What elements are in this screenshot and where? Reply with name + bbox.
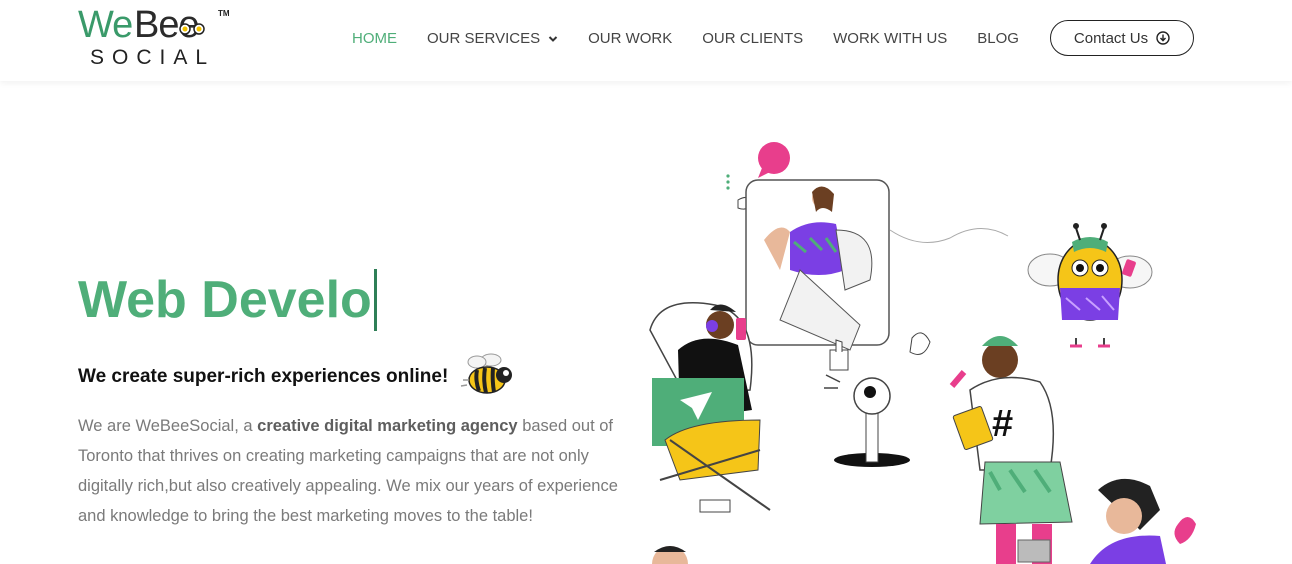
hero-title: Web Develo xyxy=(78,268,377,332)
chat-bubble-icon xyxy=(758,142,790,178)
logo-social-text: SOCIAL xyxy=(90,46,216,69)
flying-bee-icon xyxy=(460,353,512,394)
hero-title-text: Web Develo xyxy=(78,271,372,329)
hashtag-icon: # xyxy=(992,403,1013,445)
bee-mascot-figure xyxy=(1027,223,1153,348)
nav-home-label: HOME xyxy=(352,30,397,47)
logo-we-text: We xyxy=(78,4,133,46)
trademark-mark: TM xyxy=(218,9,230,18)
nav-blog-label: BLOG xyxy=(977,30,1019,47)
logo[interactable]: We Bee TM SOCIAL xyxy=(78,6,238,72)
download-circle-icon xyxy=(1156,31,1170,45)
hero-illustration: # xyxy=(649,142,1196,564)
nav-blog[interactable]: BLOG xyxy=(977,30,1019,48)
nav-our-work[interactable]: OUR WORK xyxy=(588,30,672,48)
nav-work-with-us-label: WORK WITH US xyxy=(833,30,948,47)
hashtag-woman-figure: # xyxy=(949,336,1073,564)
hero-tagline: We create super-rich experiences online! xyxy=(78,366,449,387)
bottom-woman-figure xyxy=(1090,478,1166,564)
intro-text-pre: We are WeBeeSocial, a xyxy=(78,417,258,435)
nav-our-work-label: OUR WORK xyxy=(588,30,673,47)
site-header: We Bee TM SOCIAL HOME OUR SERVICES OUR W… xyxy=(0,0,1292,81)
bee-eyes-icon xyxy=(179,23,205,35)
nav-our-services[interactable]: OUR SERVICES xyxy=(427,30,558,48)
contact-us-label: Contact Us xyxy=(1073,29,1149,47)
intro-text-bold: creative digital marketing agency xyxy=(257,417,518,435)
nav-our-services-label: OUR SERVICES xyxy=(427,30,541,47)
hero-intro: We are WeBeeSocial, a creative digital m… xyxy=(78,411,618,531)
nav-work-with-us[interactable]: WORK WITH US xyxy=(833,30,947,48)
nav-our-clients[interactable]: OUR CLIENTS xyxy=(702,30,803,48)
heart-icon xyxy=(1174,517,1196,544)
typing-cursor xyxy=(373,269,377,331)
chevron-down-icon xyxy=(548,36,558,42)
periscope-figure xyxy=(834,377,910,467)
contact-us-button[interactable]: Contact Us xyxy=(1050,20,1194,56)
nav-our-clients-label: OUR CLIENTS xyxy=(702,30,804,47)
main-nav: HOME OUR SERVICES OUR WORK OUR CLIENTS W… xyxy=(352,30,1049,48)
nav-home[interactable]: HOME xyxy=(352,30,397,48)
